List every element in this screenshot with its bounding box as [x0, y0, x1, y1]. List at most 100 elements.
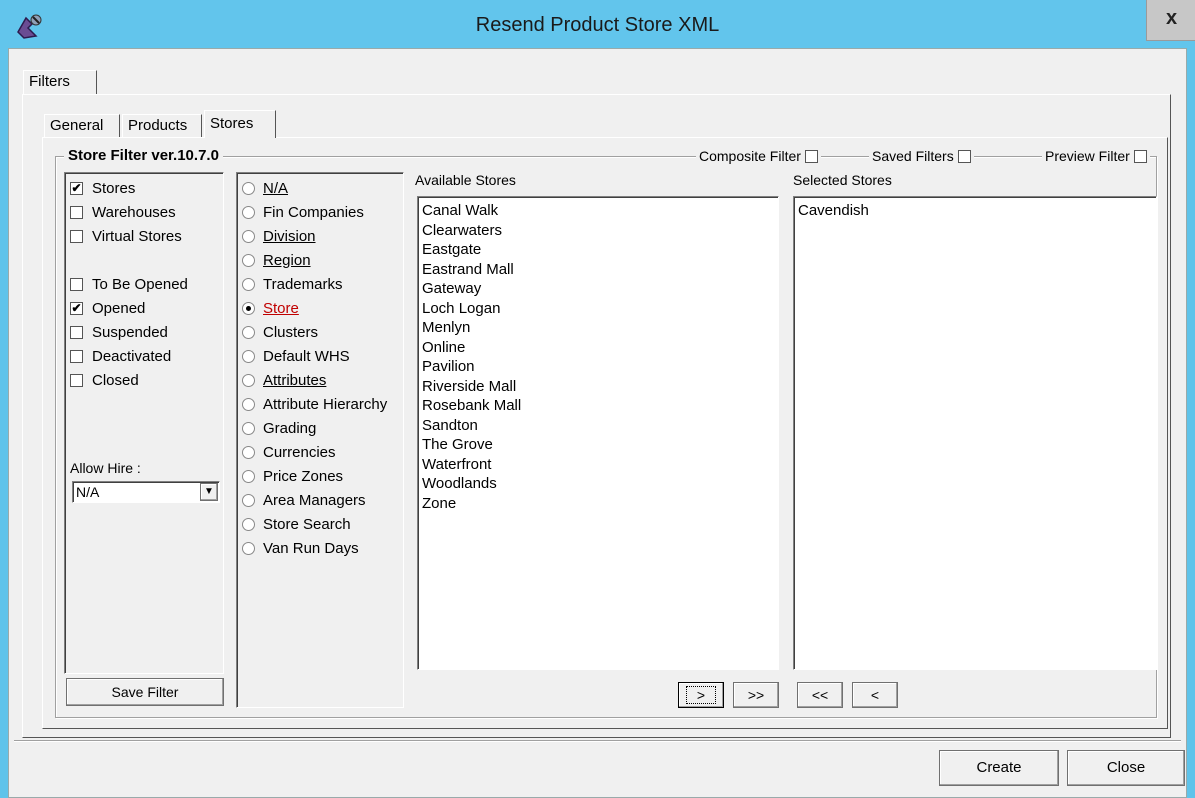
criteria-trademarks[interactable]: Trademarks	[242, 272, 402, 296]
radio-attribute-hierarchy[interactable]	[242, 397, 255, 411]
list-item[interactable]: Pavilion	[418, 357, 778, 377]
save-filter-button[interactable]: Save Filter	[66, 678, 224, 706]
window-title: Resend Product Store XML	[475, 14, 720, 36]
store-type-stores[interactable]: ✔ Stores	[70, 176, 220, 200]
selected-stores-list[interactable]: Cavendish	[793, 196, 1157, 670]
radio-trademarks[interactable]	[242, 277, 255, 291]
criteria-default-whs[interactable]: Default WHS	[242, 344, 402, 368]
list-item[interactable]: Clearwaters	[418, 221, 778, 241]
criteria-default-whs-label: Default WHS	[263, 347, 350, 365]
radio-area-managers[interactable]	[242, 493, 255, 507]
saved-filters-option[interactable]: Saved Filters	[869, 148, 974, 164]
tab-stores-label: Stores	[210, 115, 254, 132]
criteria-van-run-days[interactable]: Van Run Days	[242, 536, 402, 560]
criteria-division[interactable]: Division	[242, 224, 402, 248]
close-window-button[interactable]: x	[1146, 0, 1195, 41]
list-item[interactable]: Eastrand Mall	[418, 260, 778, 280]
dropdown-arrow-icon[interactable]: ▼	[200, 483, 218, 501]
saved-filters-checkbox[interactable]	[957, 149, 971, 163]
preview-filter-checkbox[interactable]	[1133, 149, 1147, 163]
status-deactivated[interactable]: Deactivated	[70, 344, 220, 368]
radio-currencies[interactable]	[242, 445, 255, 459]
list-item[interactable]: Menlyn	[418, 318, 778, 338]
list-item[interactable]: Online	[418, 338, 778, 358]
radio-van-run-days[interactable]	[242, 541, 255, 555]
closed-label: Closed	[92, 371, 139, 389]
list-item[interactable]: Waterfront	[418, 455, 778, 475]
list-item[interactable]: Canal Walk	[418, 201, 778, 221]
list-item[interactable]: Rosebank Mall	[418, 396, 778, 416]
saved-filters-label: Saved Filters	[872, 148, 954, 164]
criteria-store-label: Store	[263, 299, 299, 317]
radio-clusters[interactable]	[242, 325, 255, 339]
list-item[interactable]: Woodlands	[418, 474, 778, 494]
tab-stores[interactable]: Stores	[204, 110, 276, 138]
composite-filter-checkbox[interactable]	[804, 149, 818, 163]
status-to-be-opened[interactable]: To Be Opened	[70, 272, 220, 296]
status-opened[interactable]: ✔ Opened	[70, 296, 220, 320]
composite-filter-option[interactable]: Composite Filter	[696, 148, 821, 164]
radio-price-zones[interactable]	[242, 469, 255, 483]
radio-fin-companies[interactable]	[242, 205, 255, 219]
add-selected-button[interactable]: >	[678, 682, 724, 708]
criteria-currencies[interactable]: Currencies	[242, 440, 402, 464]
warehouses-checkbox[interactable]	[70, 205, 83, 219]
list-item[interactable]: Eastgate	[418, 240, 778, 260]
close-button[interactable]: Close	[1067, 750, 1185, 786]
criteria-region[interactable]: Region	[242, 248, 402, 272]
list-item[interactable]: Cavendish	[794, 201, 1156, 221]
list-item[interactable]: Gateway	[418, 279, 778, 299]
criteria-area-managers[interactable]: Area Managers	[242, 488, 402, 512]
store-type-warehouses[interactable]: Warehouses	[70, 200, 220, 224]
radio-attributes[interactable]	[242, 373, 255, 387]
criteria-region-label: Region	[263, 251, 311, 269]
create-button[interactable]: Create	[939, 750, 1059, 786]
criteria-area-managers-label: Area Managers	[263, 491, 366, 509]
tab-general[interactable]: General	[44, 114, 120, 138]
radio-default-whs[interactable]	[242, 349, 255, 363]
tab-filters[interactable]: Filters	[23, 70, 97, 94]
virtual-stores-checkbox[interactable]	[70, 229, 83, 243]
opened-checkbox[interactable]: ✔	[70, 301, 83, 315]
radio-na[interactable]	[242, 181, 255, 195]
criteria-store[interactable]: Store	[242, 296, 402, 320]
criteria-na[interactable]: N/A	[242, 176, 402, 200]
tab-products[interactable]: Products	[122, 114, 202, 138]
radio-store-search[interactable]	[242, 517, 255, 531]
list-item[interactable]: Loch Logan	[418, 299, 778, 319]
store-type-virtual[interactable]: Virtual Stores	[70, 224, 220, 248]
criteria-attribute-hierarchy[interactable]: Attribute Hierarchy	[242, 392, 402, 416]
remove-all-button[interactable]: <<	[797, 682, 843, 708]
criteria-fin-companies[interactable]: Fin Companies	[242, 200, 402, 224]
list-item[interactable]: Zone	[418, 494, 778, 514]
status-suspended[interactable]: Suspended	[70, 320, 220, 344]
list-item[interactable]: Riverside Mall	[418, 377, 778, 397]
criteria-price-zones[interactable]: Price Zones	[242, 464, 402, 488]
add-all-button[interactable]: >>	[733, 682, 779, 708]
deactivated-checkbox[interactable]	[70, 349, 83, 363]
stores-checkbox[interactable]: ✔	[70, 181, 83, 195]
to-be-opened-checkbox[interactable]	[70, 277, 83, 291]
criteria-clusters-label: Clusters	[263, 323, 319, 341]
radio-region[interactable]	[242, 253, 255, 267]
tab-products-label: Products	[128, 117, 188, 134]
available-stores-list[interactable]: Canal Walk Clearwaters Eastgate Eastrand…	[417, 196, 779, 670]
criteria-attributes[interactable]: Attributes	[242, 368, 402, 392]
tab-filters-label: Filters	[29, 73, 70, 90]
suspended-checkbox[interactable]	[70, 325, 83, 339]
allow-hire-select[interactable]: N/A ▼	[72, 481, 220, 503]
list-item[interactable]: The Grove	[418, 435, 778, 455]
list-item[interactable]: Sandton	[418, 416, 778, 436]
status-closed[interactable]: Closed	[70, 368, 220, 392]
criteria-clusters[interactable]: Clusters	[242, 320, 402, 344]
preview-filter-option[interactable]: Preview Filter	[1042, 148, 1150, 164]
closed-checkbox[interactable]	[70, 373, 83, 387]
remove-selected-button[interactable]: <	[852, 682, 898, 708]
radio-division[interactable]	[242, 229, 255, 243]
radio-grading[interactable]	[242, 421, 255, 435]
criteria-store-search[interactable]: Store Search	[242, 512, 402, 536]
criteria-grading[interactable]: Grading	[242, 416, 402, 440]
deactivated-label: Deactivated	[92, 347, 172, 365]
radio-store[interactable]	[242, 301, 255, 315]
criteria-attribute-hierarchy-label: Attribute Hierarchy	[263, 395, 388, 413]
